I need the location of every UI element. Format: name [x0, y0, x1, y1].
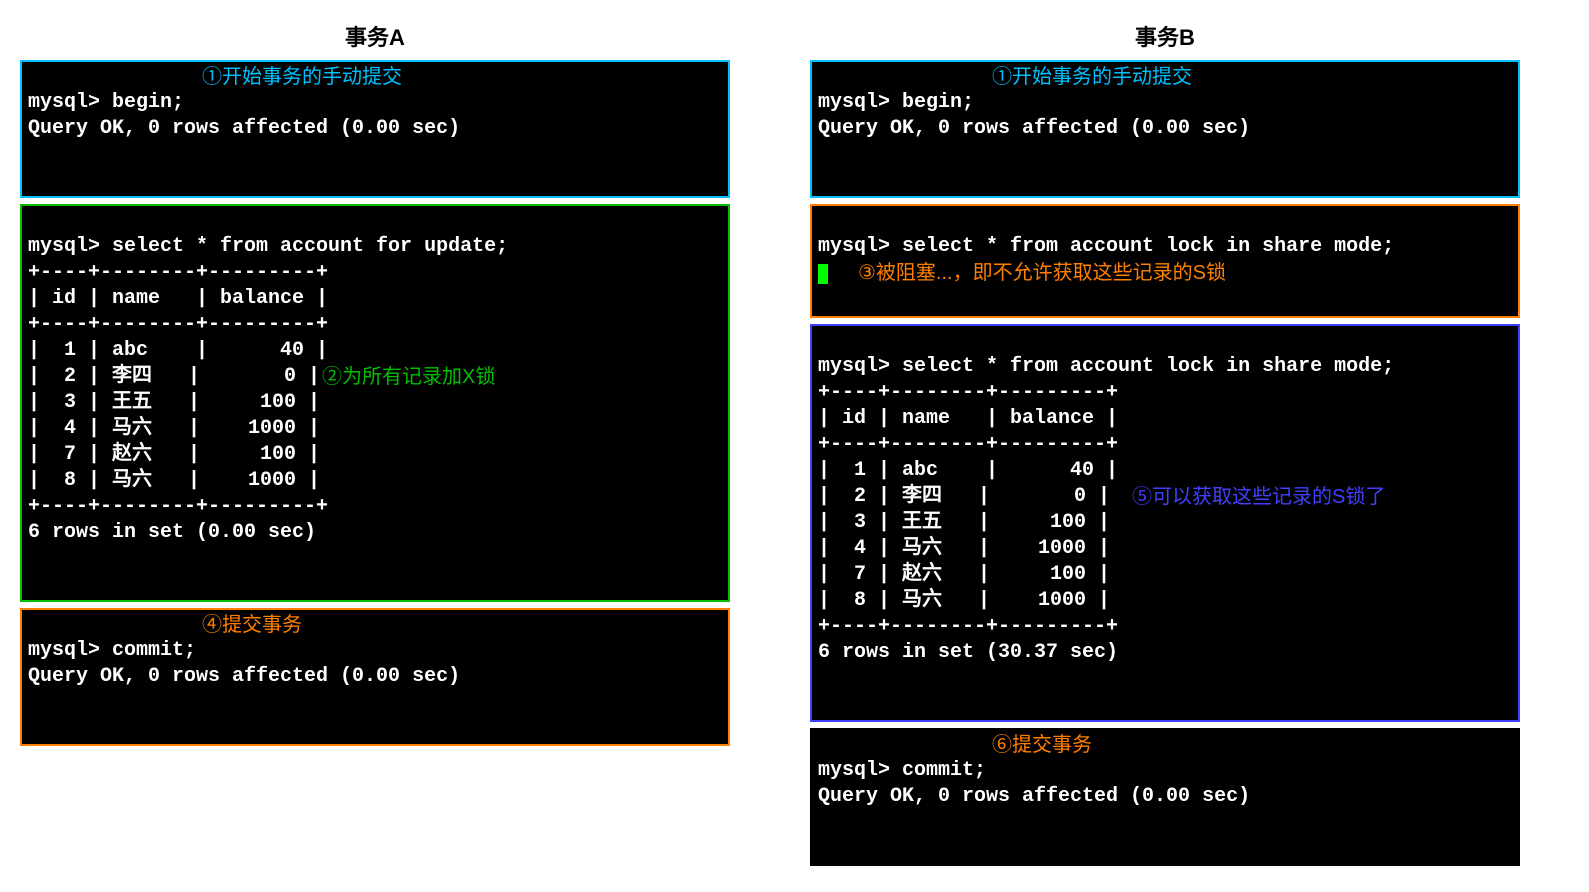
b-row-3: | 3 | 王五 | 100 | [818, 511, 1110, 534]
b-count: 6 rows in set (30.37 sec) [818, 641, 1118, 664]
a-row-6: | 8 | 马六 | 1000 | [28, 469, 320, 492]
transaction-a-title: 事务A [20, 20, 730, 52]
a-commit-line2: Query OK, 0 rows affected (0.00 sec) [28, 665, 460, 688]
a-annot-4: ④提交事务 [202, 612, 302, 638]
b-begin-line1: mysql> begin; [818, 91, 974, 114]
a-commit-block: mysql> commit; Query OK, 0 rows affected… [20, 608, 730, 746]
a-begin-line2: Query OK, 0 rows affected (0.00 sec) [28, 117, 460, 140]
b-table-sep: +----+--------+---------+ [818, 381, 1118, 404]
a-row-2: | 2 | 李四 | 0 | [28, 365, 320, 388]
b-begin-line2: Query OK, 0 rows affected (0.00 sec) [818, 117, 1250, 140]
b-table-sep: +----+--------+---------+ [818, 615, 1118, 638]
b-row-1: | 1 | abc | 40 | [818, 459, 1118, 482]
b-table-header: | id | name | balance | [818, 407, 1118, 430]
a-table-sep: +----+--------+---------+ [28, 261, 328, 284]
a-annot-1: ①开始事务的手动提交 [202, 64, 402, 90]
a-select-block: mysql> select * from account for update;… [20, 204, 730, 602]
b-row-4: | 4 | 马六 | 1000 | [818, 537, 1110, 560]
b-begin-block: mysql> begin; Query OK, 0 rows affected … [810, 60, 1520, 198]
a-commit-line1: mysql> commit; [28, 639, 196, 662]
transaction-b-title: 事务B [810, 20, 1520, 52]
a-table-header: | id | name | balance | [28, 287, 328, 310]
b-row-2: | 2 | 李四 | 0 | [818, 485, 1110, 508]
cursor-icon [818, 264, 828, 284]
transaction-a-column: 事务A mysql> begin; Query OK, 0 rows affec… [20, 20, 730, 752]
b-annot-3: ③被阻塞...，即不允许获取这些记录的S锁 [858, 262, 1226, 284]
a-table-sep: +----+--------+---------+ [28, 495, 328, 518]
b-commit-line2: Query OK, 0 rows affected (0.00 sec) [818, 785, 1250, 808]
a-row-4: | 4 | 马六 | 1000 | [28, 417, 320, 440]
a-row-3: | 3 | 王五 | 100 | [28, 391, 320, 414]
a-select-prompt: mysql> select * from account for update; [28, 235, 508, 258]
b-annot-5: ⑤可以获取这些记录的S锁了 [1132, 484, 1385, 510]
a-begin-line1: mysql> begin; [28, 91, 184, 114]
transaction-b-column: 事务B mysql> begin; Query OK, 0 rows affec… [810, 20, 1520, 872]
b-row-6: | 8 | 马六 | 1000 | [818, 589, 1110, 612]
a-annot-2: ②为所有记录加X锁 [322, 364, 495, 390]
b-select-block: mysql> select * from account lock in sha… [810, 324, 1520, 722]
a-table-sep: +----+--------+---------+ [28, 313, 328, 336]
b-commit-block: mysql> commit; Query OK, 0 rows affected… [810, 728, 1520, 866]
b-commit-line1: mysql> commit; [818, 759, 986, 782]
b-table-sep: +----+--------+---------+ [818, 433, 1118, 456]
a-row-1: | 1 | abc | 40 | [28, 339, 328, 362]
b-blocked-prompt: mysql> select * from account lock in sha… [818, 235, 1394, 258]
b-blocked-block: mysql> select * from account lock in sha… [810, 204, 1520, 318]
b-annot-6: ⑥提交事务 [992, 732, 1092, 758]
a-begin-block: mysql> begin; Query OK, 0 rows affected … [20, 60, 730, 198]
a-count: 6 rows in set (0.00 sec) [28, 521, 316, 544]
b-row-5: | 7 | 赵六 | 100 | [818, 563, 1110, 586]
b-select-prompt: mysql> select * from account lock in sha… [818, 355, 1394, 378]
a-row-5: | 7 | 赵六 | 100 | [28, 443, 320, 466]
b-annot-1: ①开始事务的手动提交 [992, 64, 1192, 90]
